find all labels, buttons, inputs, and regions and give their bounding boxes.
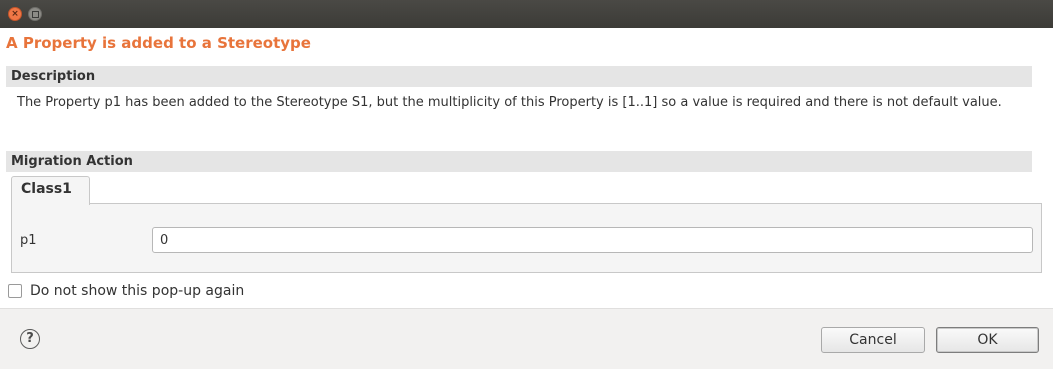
description-section-header: Description bbox=[6, 66, 1032, 87]
tab-panel-class1: p1 bbox=[11, 203, 1042, 273]
maximize-window-icon[interactable] bbox=[28, 7, 42, 21]
ok-button[interactable]: OK bbox=[936, 327, 1039, 353]
migration-action-section-header: Migration Action bbox=[6, 151, 1032, 172]
help-icon[interactable]: ? bbox=[20, 329, 40, 349]
dialog-title: A Property is added to a Stereotype bbox=[6, 34, 311, 52]
do-not-show-again-checkbox[interactable] bbox=[8, 284, 22, 298]
window-titlebar: × bbox=[0, 0, 1053, 28]
cancel-button[interactable]: Cancel bbox=[821, 327, 925, 353]
p1-field-label: p1 bbox=[20, 233, 37, 248]
description-text: The Property p1 has been added to the St… bbox=[17, 95, 1002, 110]
do-not-show-again-label[interactable]: Do not show this pop-up again bbox=[30, 283, 244, 299]
dialog-footer: ? Cancel OK bbox=[0, 308, 1053, 369]
p1-value-input[interactable] bbox=[152, 227, 1033, 253]
dialog-content: A Property is added to a Stereotype Desc… bbox=[0, 28, 1053, 308]
close-window-icon[interactable]: × bbox=[8, 7, 22, 21]
tab-class1[interactable]: Class1 bbox=[11, 176, 90, 205]
